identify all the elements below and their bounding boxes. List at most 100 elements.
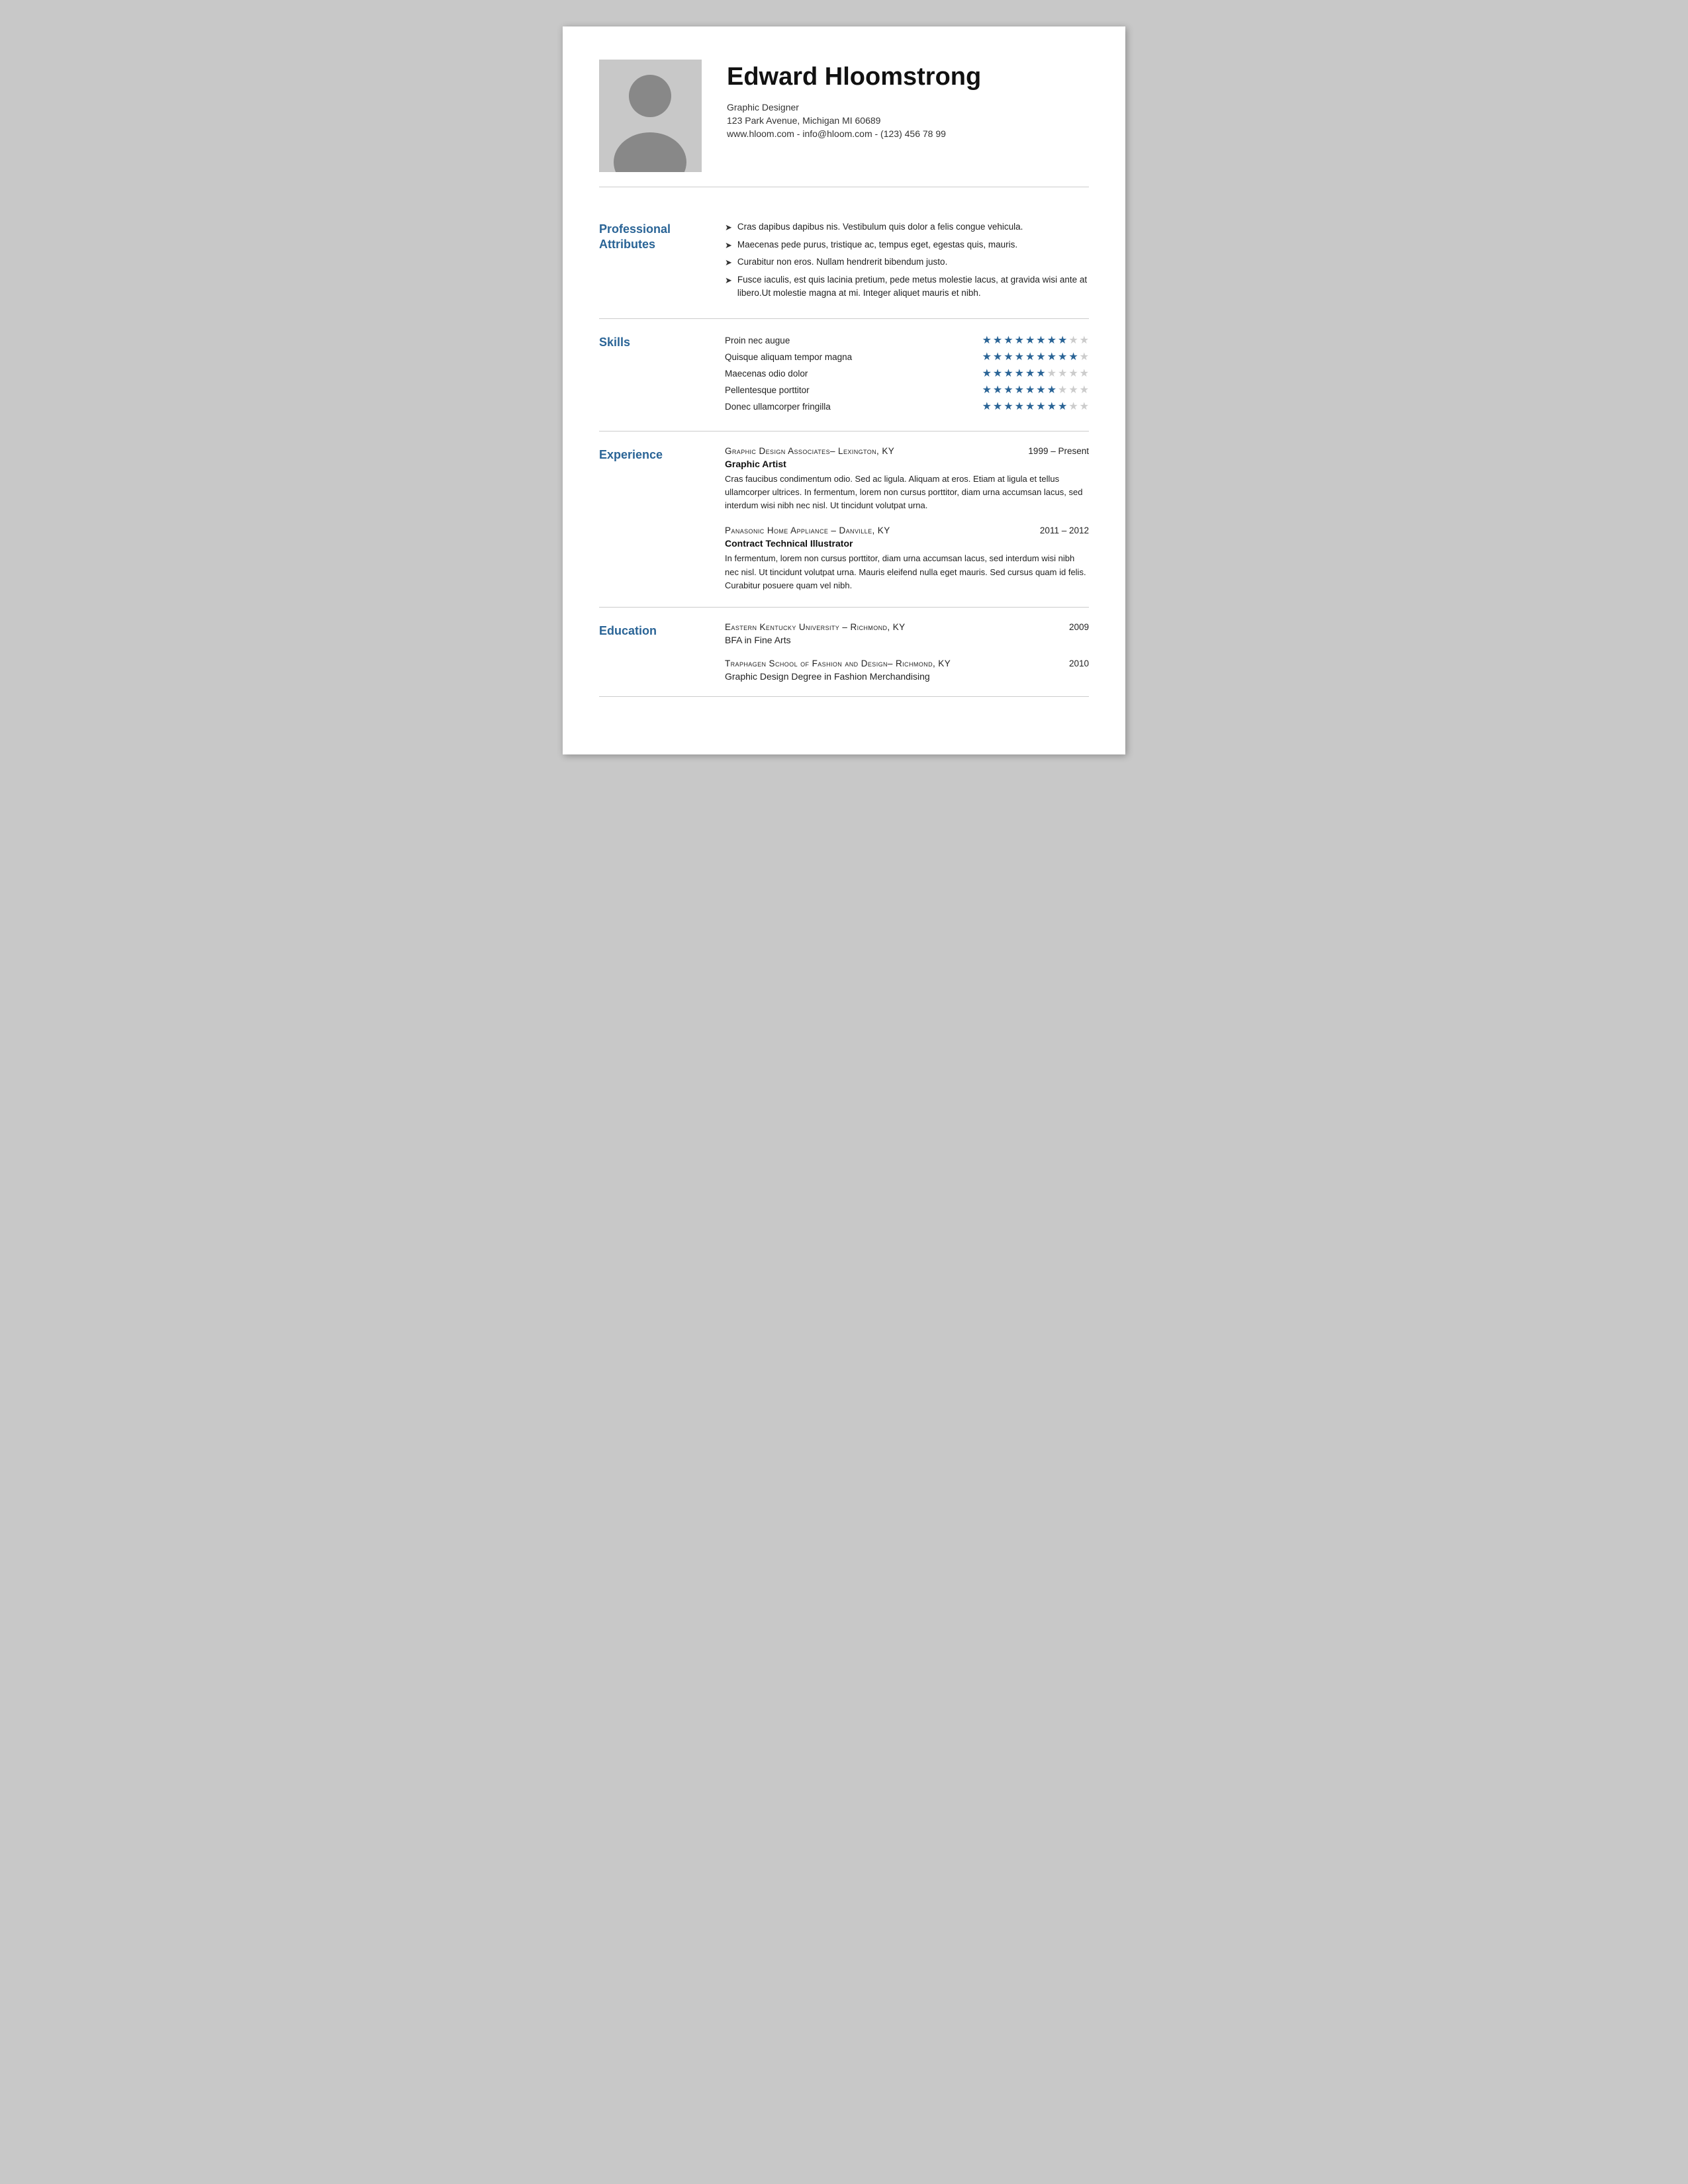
star: ★ (1036, 334, 1045, 347)
star: ★ (1015, 350, 1024, 363)
exp-dates: 2011 – 2012 (1040, 525, 1089, 535)
skill-stars: ★ ★ ★ ★ ★ ★ ★ ★ ★ ★ (982, 334, 1089, 347)
header-contact: www.hloom.com - info@hloom.com - (123) 4… (727, 128, 1089, 139)
star: ★ (1015, 400, 1024, 413)
professional-attributes-section: ProfessionalAttributes ➤ Cras dapibus da… (599, 206, 1089, 319)
education-content: Eastern Kentucky University – Richmond, … (725, 622, 1089, 682)
header-name: Edward Hloomstrong (727, 64, 1089, 91)
exp-company: Panasonic Home Appliance – Danville, KY (725, 525, 890, 535)
star: ★ (1025, 334, 1035, 347)
star: ★ (1058, 400, 1067, 413)
star: ★ (1036, 383, 1045, 396)
star: ★ (993, 400, 1002, 413)
star: ★ (1015, 334, 1024, 347)
attr-text: Cras dapibus dapibus nis. Vestibulum qui… (737, 220, 1023, 234)
education-entry: Eastern Kentucky University – Richmond, … (725, 622, 1089, 645)
list-item: ➤ Cras dapibus dapibus nis. Vestibulum q… (725, 220, 1089, 234)
edu-degree: BFA in Fine Arts (725, 635, 1089, 645)
star: ★ (982, 367, 992, 380)
star: ★ (1047, 383, 1056, 396)
edu-school: Eastern Kentucky University – Richmond, … (725, 622, 906, 632)
list-item: ➤ Curabitur non eros. Nullam hendrerit b… (725, 255, 1089, 269)
exp-description: In fermentum, lorem non cursus porttitor… (725, 552, 1089, 592)
resume-page: Edward Hloomstrong Graphic Designer 123 … (563, 26, 1125, 754)
star: ★ (1036, 367, 1045, 380)
star: ★ (1068, 350, 1078, 363)
edu-degree: Graphic Design Degree in Fashion Merchan… (725, 671, 1089, 682)
star-empty: ★ (1068, 334, 1078, 347)
star: ★ (993, 367, 1002, 380)
header-info: Edward Hloomstrong Graphic Designer 123 … (727, 60, 1089, 139)
star: ★ (1047, 334, 1056, 347)
star: ★ (1025, 367, 1035, 380)
experience-entry: Panasonic Home Appliance – Danville, KY … (725, 525, 1089, 592)
skill-name: Maecenas odio dolor (725, 369, 982, 379)
star-empty: ★ (1058, 367, 1067, 380)
attr-text: Fusce iaculis, est quis lacinia pretium,… (737, 273, 1089, 300)
star-empty: ★ (1058, 383, 1067, 396)
star: ★ (1047, 350, 1056, 363)
star-empty: ★ (1068, 400, 1078, 413)
attributes-list: ➤ Cras dapibus dapibus nis. Vestibulum q… (725, 220, 1089, 300)
exp-company: Graphic Design Associates– Lexington, KY (725, 446, 894, 456)
professional-attributes-content: ➤ Cras dapibus dapibus nis. Vestibulum q… (725, 220, 1089, 304)
edu-header-row: Traphagen School of Fashion and Design– … (725, 659, 1089, 668)
skill-stars: ★ ★ ★ ★ ★ ★ ★ ★ ★ ★ (982, 400, 1089, 413)
exp-dates: 1999 – Present (1028, 446, 1089, 456)
header-title: Graphic Designer (727, 102, 1089, 113)
education-entry: Traphagen School of Fashion and Design– … (725, 659, 1089, 682)
skill-name: Quisque aliquam tempor magna (725, 352, 982, 362)
star-empty: ★ (1080, 383, 1089, 396)
skills-section: Skills Proin nec augue ★ ★ ★ ★ ★ ★ ★ ★ ★… (599, 319, 1089, 432)
star-empty: ★ (1080, 400, 1089, 413)
skill-row: Quisque aliquam tempor magna ★ ★ ★ ★ ★ ★… (725, 350, 1089, 363)
edu-year: 2009 (1069, 622, 1089, 632)
star-empty: ★ (1080, 334, 1089, 347)
skills-label: Skills (599, 334, 725, 416)
star: ★ (1036, 350, 1045, 363)
star: ★ (1015, 367, 1024, 380)
star: ★ (1036, 400, 1045, 413)
star: ★ (993, 383, 1002, 396)
star: ★ (1015, 383, 1024, 396)
skill-stars: ★ ★ ★ ★ ★ ★ ★ ★ ★ ★ (982, 367, 1089, 380)
star: ★ (1025, 400, 1035, 413)
star: ★ (1058, 334, 1067, 347)
education-label: Education (599, 622, 725, 682)
skills-content: Proin nec augue ★ ★ ★ ★ ★ ★ ★ ★ ★ ★ Quis… (725, 334, 1089, 416)
education-section: Education Eastern Kentucky University – … (599, 608, 1089, 697)
skill-row: Pellentesque porttitor ★ ★ ★ ★ ★ ★ ★ ★ ★… (725, 383, 1089, 396)
arrow-icon: ➤ (725, 274, 732, 287)
arrow-icon: ➤ (725, 239, 732, 252)
attr-text: Curabitur non eros. Nullam hendrerit bib… (737, 255, 947, 269)
header: Edward Hloomstrong Graphic Designer 123 … (599, 60, 1089, 187)
star: ★ (982, 350, 992, 363)
skill-row: Proin nec augue ★ ★ ★ ★ ★ ★ ★ ★ ★ ★ (725, 334, 1089, 347)
star: ★ (1025, 383, 1035, 396)
star: ★ (1004, 350, 1013, 363)
star: ★ (993, 334, 1002, 347)
list-item: ➤ Maecenas pede purus, tristique ac, tem… (725, 238, 1089, 252)
experience-label: Experience (599, 446, 725, 592)
experience-section: Experience Graphic Design Associates– Le… (599, 432, 1089, 608)
exp-description: Cras faucibus condimentum odio. Sed ac l… (725, 473, 1089, 512)
star: ★ (1004, 400, 1013, 413)
list-item: ➤ Fusce iaculis, est quis lacinia pretiu… (725, 273, 1089, 300)
edu-year: 2010 (1069, 659, 1089, 668)
star-empty: ★ (1080, 367, 1089, 380)
attr-text: Maecenas pede purus, tristique ac, tempu… (737, 238, 1017, 251)
star: ★ (982, 383, 992, 396)
professional-attributes-label: ProfessionalAttributes (599, 220, 725, 304)
edu-header-row: Eastern Kentucky University – Richmond, … (725, 622, 1089, 632)
star: ★ (982, 334, 992, 347)
star-empty: ★ (1068, 383, 1078, 396)
skill-name: Proin nec augue (725, 336, 982, 345)
star: ★ (982, 400, 992, 413)
skill-name: Pellentesque porttitor (725, 385, 982, 395)
arrow-icon: ➤ (725, 256, 732, 269)
skill-name: Donec ullamcorper fringilla (725, 402, 982, 412)
skill-row: Maecenas odio dolor ★ ★ ★ ★ ★ ★ ★ ★ ★ ★ (725, 367, 1089, 380)
star: ★ (1004, 383, 1013, 396)
header-address: 123 Park Avenue, Michigan MI 60689 (727, 115, 1089, 126)
experience-content: Graphic Design Associates– Lexington, KY… (725, 446, 1089, 592)
